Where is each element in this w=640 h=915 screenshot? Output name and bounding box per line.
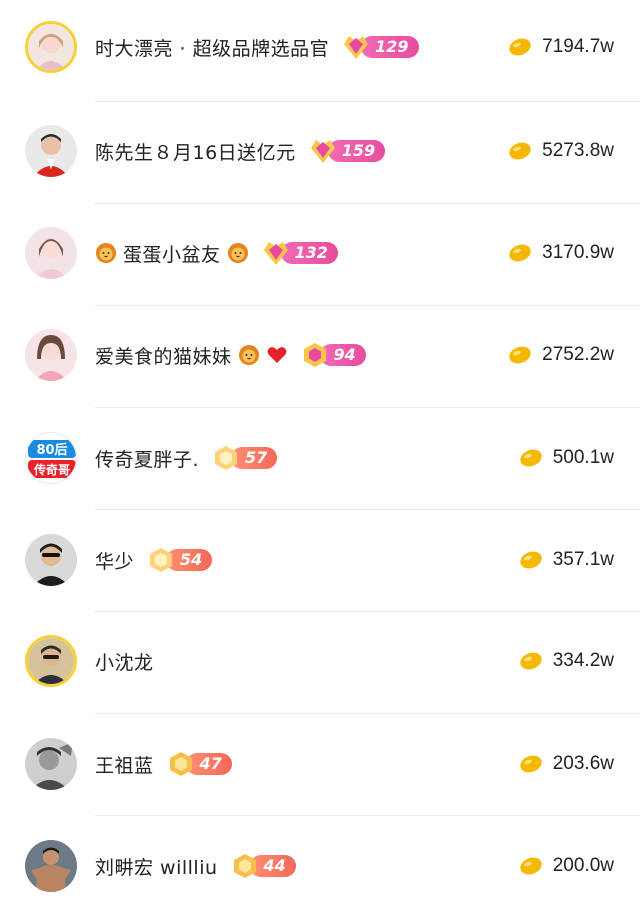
level-badge: 132 [261, 242, 338, 265]
level-badge: 54 [146, 548, 213, 572]
user-name[interactable]: 蛋蛋小盆友 [123, 240, 221, 267]
list-item[interactable]: 时大漂亮 · 超级品牌选品官 129 7194.7w [0, 0, 640, 102]
name-line: 王祖蓝 47 [95, 747, 232, 781]
name-line: 刘畊宏 willliu 44 [95, 849, 296, 883]
avatar[interactable]: 80后 传奇哥 [25, 432, 77, 484]
gold-bean-icon [520, 755, 542, 773]
avatar-text-top: 80后 [36, 442, 67, 458]
avatar[interactable] [25, 738, 77, 790]
level-gem-icon [150, 548, 173, 572]
level-gem-icon [215, 446, 238, 470]
name-line: 时大漂亮 · 超级品牌选品官 129 [95, 30, 419, 64]
amount: 357.1w [552, 549, 614, 570]
name-line: 传奇夏胖子. 57 [95, 441, 278, 475]
lion-emoji-icon [96, 243, 116, 263]
level-badge: 94 [300, 343, 366, 367]
amount-group: 203.6w [519, 747, 614, 781]
lion-emoji-icon [227, 243, 248, 263]
ranking-list: 时大漂亮 · 超级品牌选品官 129 7194.7w 陈先生８月16日送亿元 1… [0, 0, 640, 915]
level-badge: 44 [230, 854, 296, 878]
amount: 500.1w [552, 447, 614, 468]
level-gem-icon [310, 140, 335, 163]
level-gem-icon [263, 242, 288, 265]
amount: 334.2w [552, 650, 614, 671]
gold-bean-icon [520, 551, 542, 569]
amount: 3170.9w [542, 242, 614, 263]
user-name[interactable]: 爱美食的猫妹妹 [95, 342, 232, 369]
red-heart-emoji-icon [267, 347, 286, 363]
gold-bean-icon [520, 857, 542, 875]
amount-group: 5273.8w [508, 134, 614, 168]
user-name[interactable]: 王祖蓝 [95, 751, 154, 778]
amount-group: 7194.7w [508, 30, 614, 64]
level-gem-icon [169, 752, 192, 776]
amount-group: 357.1w [519, 543, 614, 577]
level-badge: 57 [211, 446, 278, 470]
amount-group: 3170.9w [508, 236, 614, 270]
avatar[interactable] [25, 329, 77, 381]
amount-group: 500.1w [519, 441, 614, 475]
level-badge: 47 [166, 752, 232, 776]
user-name[interactable]: 时大漂亮 · 超级品牌选品官 [95, 34, 329, 61]
avatar[interactable] [25, 21, 77, 73]
list-item[interactable]: 陈先生８月16日送亿元 159 5273.8w [0, 102, 640, 204]
avatar[interactable] [25, 227, 77, 279]
gold-bean-icon [520, 449, 542, 467]
user-name[interactable]: 陈先生８月16日送亿元 [95, 138, 296, 165]
avatar[interactable] [25, 840, 77, 892]
level-badge: 129 [341, 36, 419, 59]
gold-bean-icon [509, 346, 531, 364]
user-name[interactable]: 小沈龙 [95, 648, 154, 675]
user-name[interactable]: 传奇夏胖子. [95, 445, 199, 472]
list-item[interactable]: 刘畊宏 willliu 44 200.0w [0, 816, 640, 915]
amount-group: 2752.2w [508, 338, 614, 372]
amount: 203.6w [552, 753, 614, 774]
gold-bean-icon [509, 38, 531, 56]
list-item[interactable]: 小沈龙 334.2w [0, 612, 640, 714]
list-item[interactable]: 华少 54 357.1w [0, 510, 640, 612]
level-badge: 159 [308, 140, 386, 163]
name-line: 陈先生８月16日送亿元 159 [95, 134, 386, 168]
amount: 200.0w [552, 855, 614, 876]
list-item[interactable]: 蛋蛋小盆友 132 3170.9w [0, 204, 640, 306]
lion-emoji-icon [238, 345, 259, 365]
avatar-text-bottom: 传奇哥 [33, 462, 70, 477]
level-gem-icon [344, 36, 369, 59]
level-gem-icon [303, 343, 326, 367]
amount-group: 200.0w [519, 849, 614, 883]
avatar[interactable] [25, 534, 77, 586]
amount: 5273.8w [542, 140, 614, 161]
name-line: 小沈龙 [95, 644, 154, 678]
gold-bean-icon [509, 142, 531, 160]
avatar[interactable] [25, 635, 77, 687]
amount: 2752.2w [542, 344, 614, 365]
list-item[interactable]: 80后 传奇哥 传奇夏胖子. 57 500.1w [0, 408, 640, 510]
name-line: 爱美食的猫妹妹 94 [95, 338, 366, 372]
name-line: 华少 54 [95, 543, 213, 577]
list-item[interactable]: 爱美食的猫妹妹 94 2752.2w [0, 306, 640, 408]
avatar[interactable] [25, 125, 77, 177]
name-line: 蛋蛋小盆友 132 [95, 236, 338, 270]
gold-bean-icon [520, 652, 542, 670]
list-item[interactable]: 王祖蓝 47 203.6w [0, 714, 640, 816]
gold-bean-icon [509, 244, 531, 262]
user-name[interactable]: 刘畊宏 willliu [95, 853, 218, 880]
user-name[interactable]: 华少 [95, 547, 134, 574]
amount-group: 334.2w [519, 644, 614, 678]
amount: 7194.7w [542, 36, 614, 57]
level-gem-icon [233, 854, 256, 878]
